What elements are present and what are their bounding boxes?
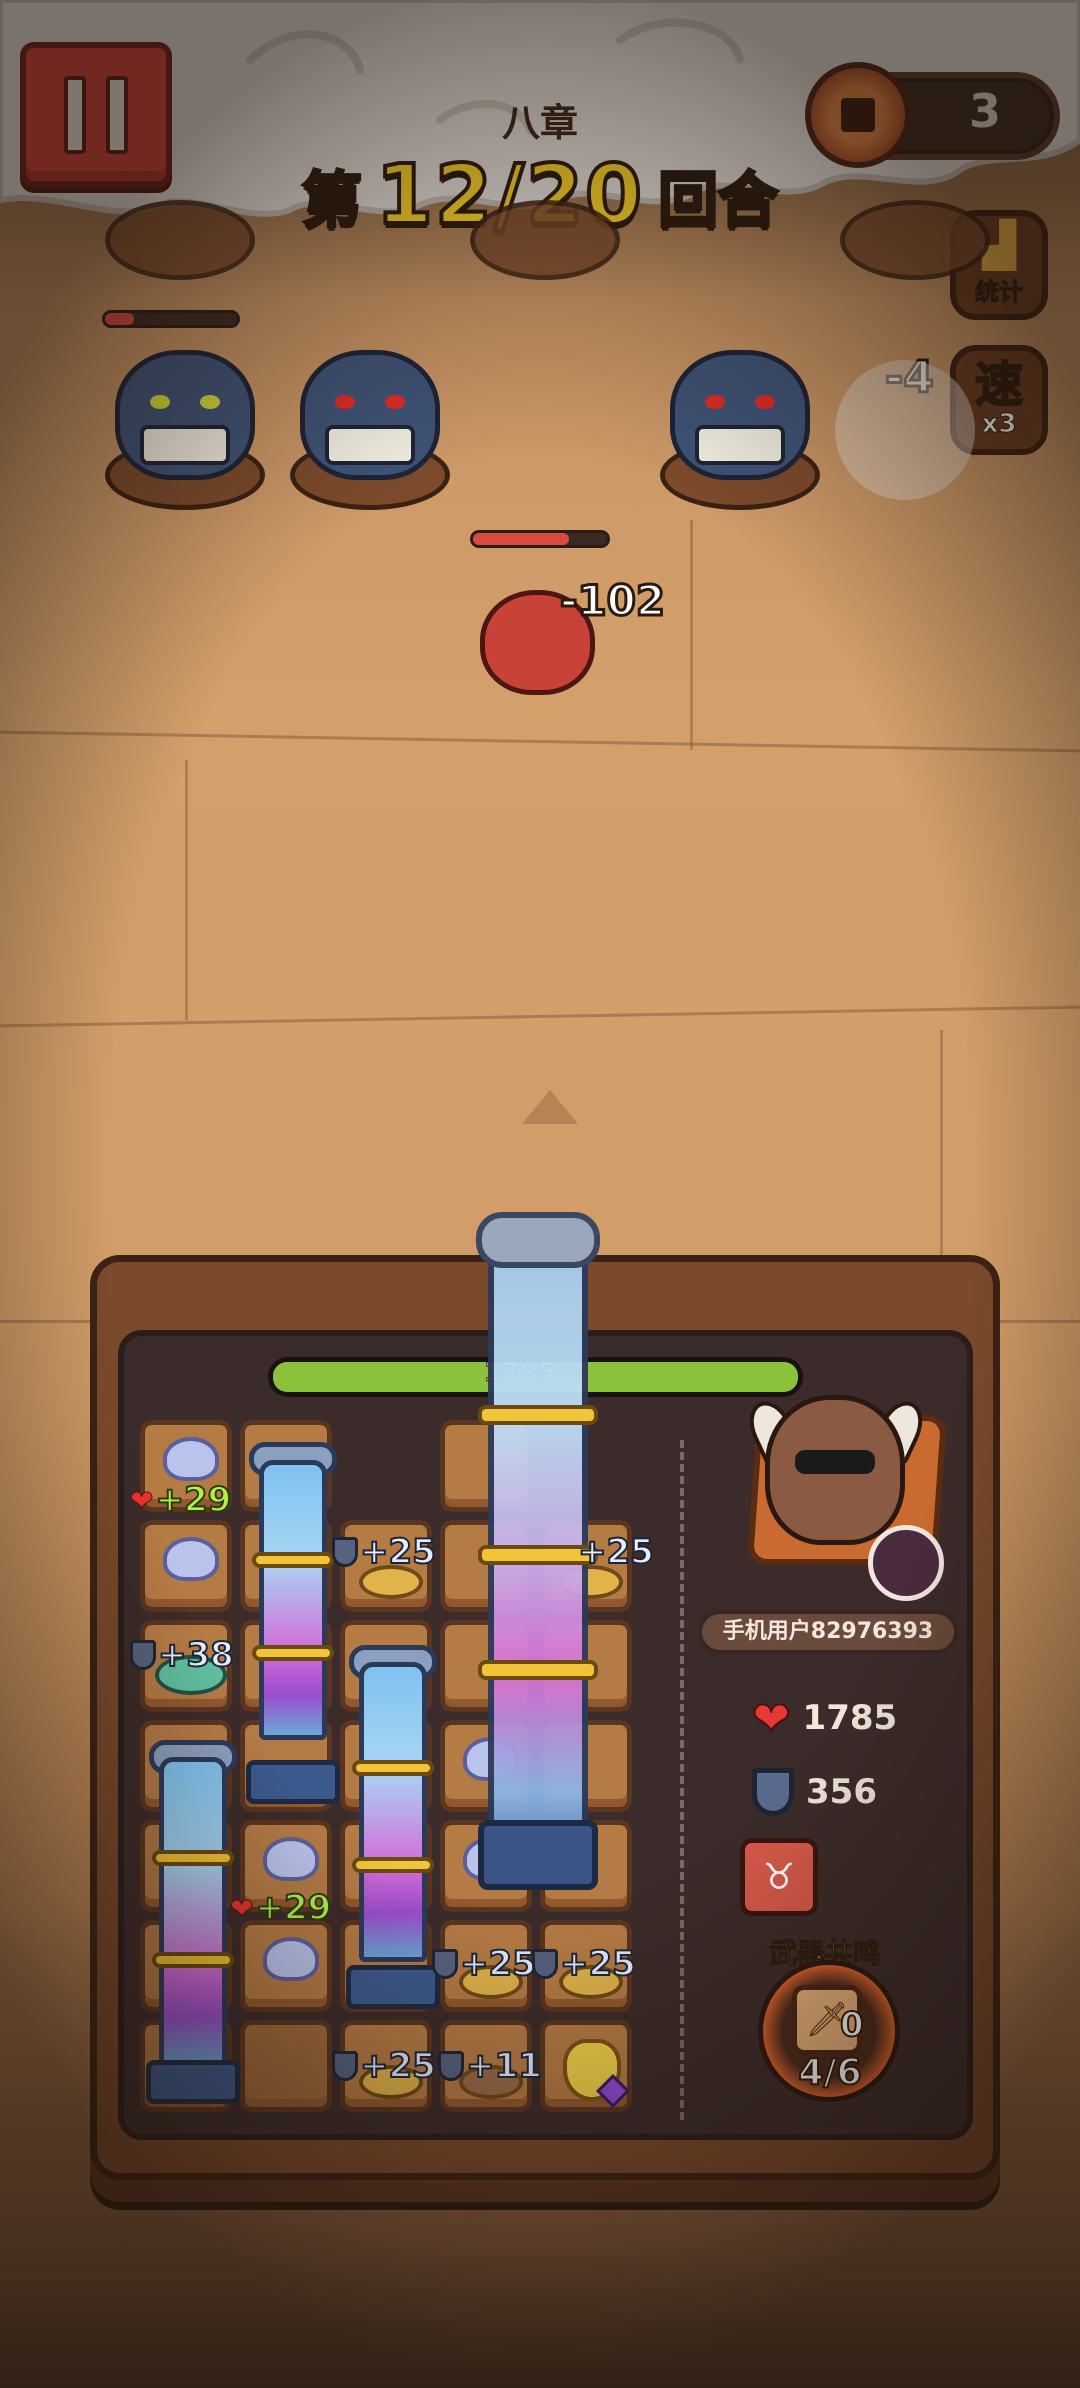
damage-popup: -102 [558, 575, 666, 627]
pillar-weapon[interactable] [259, 1460, 327, 1740]
shield-icon [332, 1537, 358, 1567]
enemy-back-row [105, 200, 255, 280]
floor-plank-seam [185, 760, 188, 1020]
arrow-up-icon [522, 1090, 578, 1124]
heart-icon: ❤ [129, 1483, 154, 1517]
player-armor-value: 356 [806, 1772, 877, 1812]
pillar-ring [152, 1952, 234, 1968]
pillar-ring [252, 1645, 334, 1661]
inventory-cell[interactable] [540, 2020, 632, 2112]
pause-button[interactable] [20, 42, 172, 187]
weapon-resonance-progress: 4/6 [797, 2051, 862, 2094]
enemy-health-bar [102, 310, 240, 328]
companion-avatar[interactable] [868, 1525, 944, 1601]
player-name: 手机用户82976393 [698, 1610, 958, 1654]
shield-icon [432, 1949, 458, 1979]
bull-skill-icon[interactable]: ♉ [740, 1838, 818, 1916]
pillar-base [246, 1760, 340, 1804]
round-suffix: 回合 [657, 164, 780, 237]
inventory-cell[interactable] [240, 1920, 332, 2012]
lotus-item-icon [263, 1837, 319, 1881]
pillar-base [146, 2060, 240, 2104]
shield-badge: +25 [577, 1531, 655, 1573]
werewolf-enemy[interactable] [95, 340, 275, 510]
shield-badge: +11 [438, 2045, 543, 2087]
pillar-ring [478, 1660, 598, 1680]
boss-health-bar [470, 530, 610, 548]
pillar-weapon[interactable] [359, 1662, 427, 1962]
chapter-label: 八章 [501, 101, 578, 145]
player-hp-value: 1785 [802, 1698, 898, 1738]
heal-badge: ❤ +29 [129, 1479, 232, 1521]
inventory-cell[interactable] [140, 1520, 232, 1612]
player-hp-row: ❤ 1785 [751, 1691, 898, 1745]
pillar-weapon[interactable] [159, 1757, 227, 2067]
sunglasses-icon [795, 1450, 875, 1474]
pause-icon-bar-right [106, 75, 128, 154]
round-prefix: 第 [300, 164, 363, 237]
lotus-item-icon [163, 1537, 219, 1581]
heart-icon: ❤ [751, 1691, 792, 1745]
enemy-health-fill [105, 313, 135, 325]
pillar-ring [478, 1405, 598, 1425]
boss-health-fill [473, 533, 570, 545]
pillar-ring [352, 1857, 434, 1873]
werewolf-enemy[interactable] [280, 340, 460, 510]
werewolf-enemy[interactable] [650, 340, 830, 510]
pillar-base [346, 1965, 440, 2009]
enemy-back-row [840, 200, 990, 280]
stats-label: 统计 [975, 277, 1024, 306]
shield-badge: +38 [130, 1634, 235, 1676]
shield-icon [332, 2051, 358, 2081]
floor-plank-seam [690, 520, 693, 750]
shield-badge: +25 [432, 1943, 537, 1985]
shield-badge: +25 [332, 2045, 437, 2087]
weapon-resonance-count: 0 [839, 2004, 865, 2046]
speed-label: 速 [974, 357, 1024, 413]
lotus-item-icon [163, 1437, 219, 1481]
shield-badge: +25 [532, 1943, 637, 1985]
dragged-pillar-cap [476, 1212, 600, 1268]
pillar-ring [352, 1760, 434, 1776]
hit-effect [835, 360, 975, 500]
shield-badge: +25 [332, 1531, 437, 1573]
coin-count: 3 [968, 84, 1001, 138]
coin-icon [805, 62, 911, 168]
shield-icon [532, 1949, 558, 1979]
pause-icon-bar-left [64, 75, 86, 154]
player-armor-row: 356 [752, 1768, 877, 1816]
heal-badge: ❤ +29 [229, 1887, 332, 1929]
inventory-cell-empty[interactable] [240, 2020, 332, 2112]
enemy-back-row [470, 200, 620, 280]
shield-icon [438, 2051, 464, 2081]
shield-icon [752, 1768, 794, 1816]
lotus-item-icon [263, 1937, 319, 1981]
board-divider [680, 1440, 684, 2120]
speed-multiplier: x3 [981, 409, 1017, 440]
pillar-ring [152, 1850, 234, 1866]
heart-icon: ❤ [229, 1891, 254, 1925]
shield-icon [130, 1640, 156, 1670]
pillar-ring [252, 1552, 334, 1568]
treasure-bag-item-icon [563, 2039, 630, 2108]
dragged-pillar-base [478, 1820, 598, 1890]
